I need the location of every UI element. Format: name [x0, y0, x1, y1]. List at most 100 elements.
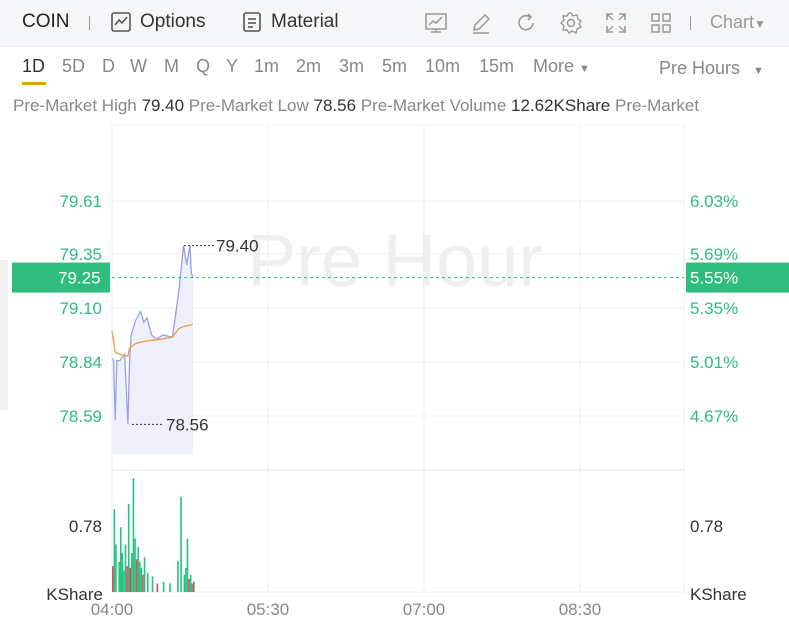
caret-down-icon: ▼: [754, 17, 766, 31]
chart-type-select[interactable]: Chart▼: [710, 12, 766, 33]
time-tick-label: 04:00: [91, 600, 134, 619]
material-button[interactable]: Material: [241, 11, 339, 33]
intraday-chart[interactable]: Pre Hour 79.61 79.35 79.10 78.84 78.59 6.03% 5…: [0, 124, 789, 625]
volume-tick-label: 0.78: [69, 517, 102, 536]
draw-icon[interactable]: [469, 11, 493, 35]
volume-bar: [188, 579, 190, 592]
volume-bar: [129, 567, 132, 592]
high-marker-label: 79.40: [216, 237, 259, 256]
percent-tick-label: 4.67%: [690, 407, 738, 426]
volume-bar: [146, 573, 149, 592]
toolbar-divider: [89, 16, 90, 30]
time-tick-label: 05:30: [247, 600, 290, 619]
stat-label: Pre-Market High: [13, 96, 137, 115]
refresh-icon[interactable]: [514, 11, 538, 35]
volume-bar: [143, 557, 146, 592]
tab-period-m[interactable]: M: [164, 56, 179, 77]
volume-bar: [119, 527, 122, 592]
percent-tick-label: 5.69%: [690, 245, 738, 264]
time-tick-label: 07:00: [403, 600, 446, 619]
toolbar-divider: [690, 16, 691, 30]
volume-bar: [113, 509, 116, 592]
volume-bar: [124, 544, 127, 592]
volume-bar: [189, 574, 192, 592]
tab-period-3m[interactable]: 3m: [339, 56, 364, 77]
volume-bar: [169, 583, 171, 592]
volume-bar: [118, 561, 120, 592]
volume-bar: [135, 559, 138, 592]
volume-bar: [193, 581, 195, 592]
document-icon: [243, 12, 261, 32]
volume-bar: [115, 544, 117, 592]
stat-label: Pre-Market: [615, 96, 700, 115]
price-tick-label: 79.35: [59, 245, 102, 264]
volume-bar: [162, 581, 165, 592]
tab-period-15m[interactable]: 15m: [479, 56, 514, 77]
volume-bar: [131, 553, 133, 592]
volume-unit-label-right: KShare: [690, 585, 747, 604]
options-label: Options: [140, 11, 206, 32]
period-tabs: 1D 5D D W M Q Y 1m 2m 3m 5m 10m 15m More…: [0, 48, 789, 86]
volume-bar: [121, 553, 124, 592]
volume-bar: [183, 574, 186, 592]
chart-toolbar: COIN Options Material Chart▼: [0, 0, 789, 47]
tab-period-1d[interactable]: 1D: [22, 56, 45, 77]
tab-period-y[interactable]: Y: [226, 56, 238, 77]
current-price-label: 79.25: [58, 269, 101, 288]
volume-tick-label-right: 0.78: [690, 517, 723, 536]
indicator-icon[interactable]: [424, 11, 448, 35]
caret-down-icon: ▼: [753, 65, 764, 77]
tab-period-5m[interactable]: 5m: [382, 56, 407, 77]
volume-bar: [186, 538, 189, 592]
percent-tick-label: 6.03%: [690, 192, 738, 211]
low-marker-label: 78.56: [166, 415, 209, 434]
percent-tick-label: 5.35%: [690, 299, 738, 318]
tab-period-10m[interactable]: 10m: [425, 56, 460, 77]
fullscreen-icon[interactable]: [604, 11, 628, 35]
chart-type-label: Chart: [710, 12, 755, 32]
options-button[interactable]: Options: [110, 11, 205, 33]
percent-tick-label: 5.01%: [690, 353, 738, 372]
active-tab-indicator: [22, 82, 46, 85]
price-tick-label: 79.61: [59, 192, 102, 211]
layout-icon[interactable]: [649, 11, 673, 35]
tab-period-1m[interactable]: 1m: [254, 56, 279, 77]
caret-down-icon: ▼: [579, 63, 590, 75]
current-percent-label: 5.55%: [690, 269, 738, 288]
stat-value: 12.62KShare: [511, 96, 611, 115]
time-tick-label: 08:30: [559, 600, 602, 619]
volume-bar: [139, 561, 141, 592]
volume-bar: [126, 566, 128, 592]
plot-frame: [111, 124, 685, 593]
premarket-stats: Pre-Market High 79.40 Pre-Market Low 78.…: [13, 96, 789, 116]
stat-value: 78.56: [313, 96, 357, 115]
material-label: Material: [271, 11, 339, 32]
more-periods-dropdown[interactable]: More ▼: [533, 56, 590, 77]
more-label: More: [533, 56, 575, 76]
volume-bars: [112, 478, 195, 592]
volume-bar: [177, 560, 179, 592]
chart-watermark: Pre Hour: [247, 219, 543, 302]
tab-period-d[interactable]: D: [102, 56, 115, 77]
tab-period-2m[interactable]: 2m: [296, 56, 321, 77]
volume-bar: [140, 567, 143, 592]
tab-period-5d[interactable]: 5D: [62, 56, 85, 77]
settings-icon[interactable]: [559, 11, 583, 35]
options-icon: [111, 12, 131, 32]
session-hours-select[interactable]: Pre Hours ▼: [659, 58, 764, 79]
volume-bar: [134, 538, 136, 592]
price-tick-label: 78.84: [59, 353, 102, 372]
volume-bar: [185, 567, 187, 592]
volume-bar: [127, 503, 130, 592]
volume-bar: [180, 497, 182, 592]
volume-bar: [137, 547, 140, 592]
tab-period-w[interactable]: W: [130, 56, 147, 77]
chart-grid: [111, 124, 685, 593]
stat-label: Pre-Market Volume: [360, 96, 507, 115]
stat-value: 79.40: [141, 96, 185, 115]
ticker-symbol[interactable]: COIN: [22, 11, 70, 33]
volume-bar: [123, 570, 125, 592]
volume-bar: [142, 574, 144, 592]
price-tick-label: 79.10: [59, 299, 102, 318]
tab-period-q[interactable]: Q: [196, 56, 210, 77]
